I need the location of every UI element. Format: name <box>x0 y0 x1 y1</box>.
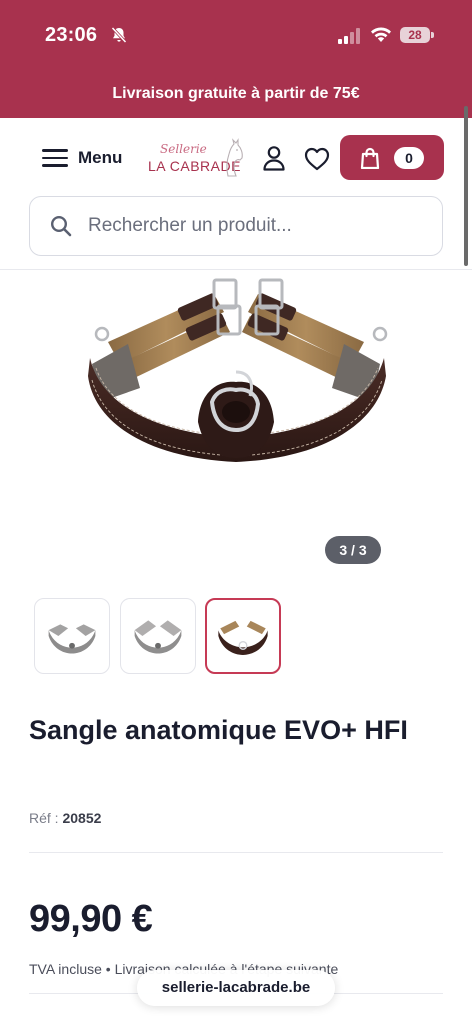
hamburger-icon <box>42 149 68 167</box>
divider <box>29 852 443 853</box>
wifi-icon <box>371 27 391 42</box>
site-logo[interactable]: Sellerie LA CABRADE <box>146 138 244 180</box>
logo-script: Sellerie <box>160 142 207 156</box>
bell-slash-icon <box>111 26 127 44</box>
gallery-thumbnail-active[interactable] <box>205 598 281 674</box>
shopping-bag-icon <box>360 147 380 169</box>
cart-button[interactable]: 0 <box>340 135 444 180</box>
heart-icon[interactable] <box>304 147 330 171</box>
reference-label: Réf : <box>29 810 59 826</box>
horse-head-icon <box>226 138 243 177</box>
site-header: Menu Sellerie LA CABRADE 0 <box>0 118 472 200</box>
girth-thumbnail-image <box>218 620 268 655</box>
menu-label: Menu <box>78 148 123 167</box>
user-icon[interactable] <box>262 145 286 171</box>
girth-thumbnail-image <box>134 620 182 654</box>
promo-banner: Livraison gratuite à partir de 75€ <box>0 70 472 118</box>
browser-url-bar[interactable]: sellerie-lacabrade.be <box>137 970 335 1006</box>
gallery-thumbnail[interactable] <box>34 598 110 674</box>
girth-thumbnail-image <box>48 624 96 654</box>
battery-icon: 28 <box>400 27 434 43</box>
product-title: Sangle anatomique EVO+ HFI <box>29 715 408 745</box>
page-scrollbar[interactable] <box>464 106 468 266</box>
signal-icon <box>338 28 360 44</box>
cart-count-badge: 0 <box>394 146 424 169</box>
search-icon <box>50 215 72 237</box>
header-divider <box>0 269 472 270</box>
search-input[interactable] <box>88 215 408 237</box>
product-main-image[interactable] <box>0 272 472 572</box>
status-bar: 23:06 28 <box>0 0 472 70</box>
menu-button[interactable]: Menu <box>42 146 122 170</box>
product-price: 99,90 € <box>29 898 153 940</box>
search-bar[interactable] <box>29 196 443 256</box>
product-reference: Réf : 20852 <box>29 810 101 826</box>
image-counter: 3 / 3 <box>325 536 381 564</box>
status-time: 23:06 <box>45 24 98 46</box>
gallery-thumbnail[interactable] <box>120 598 196 674</box>
reference-value: 20852 <box>62 810 102 826</box>
